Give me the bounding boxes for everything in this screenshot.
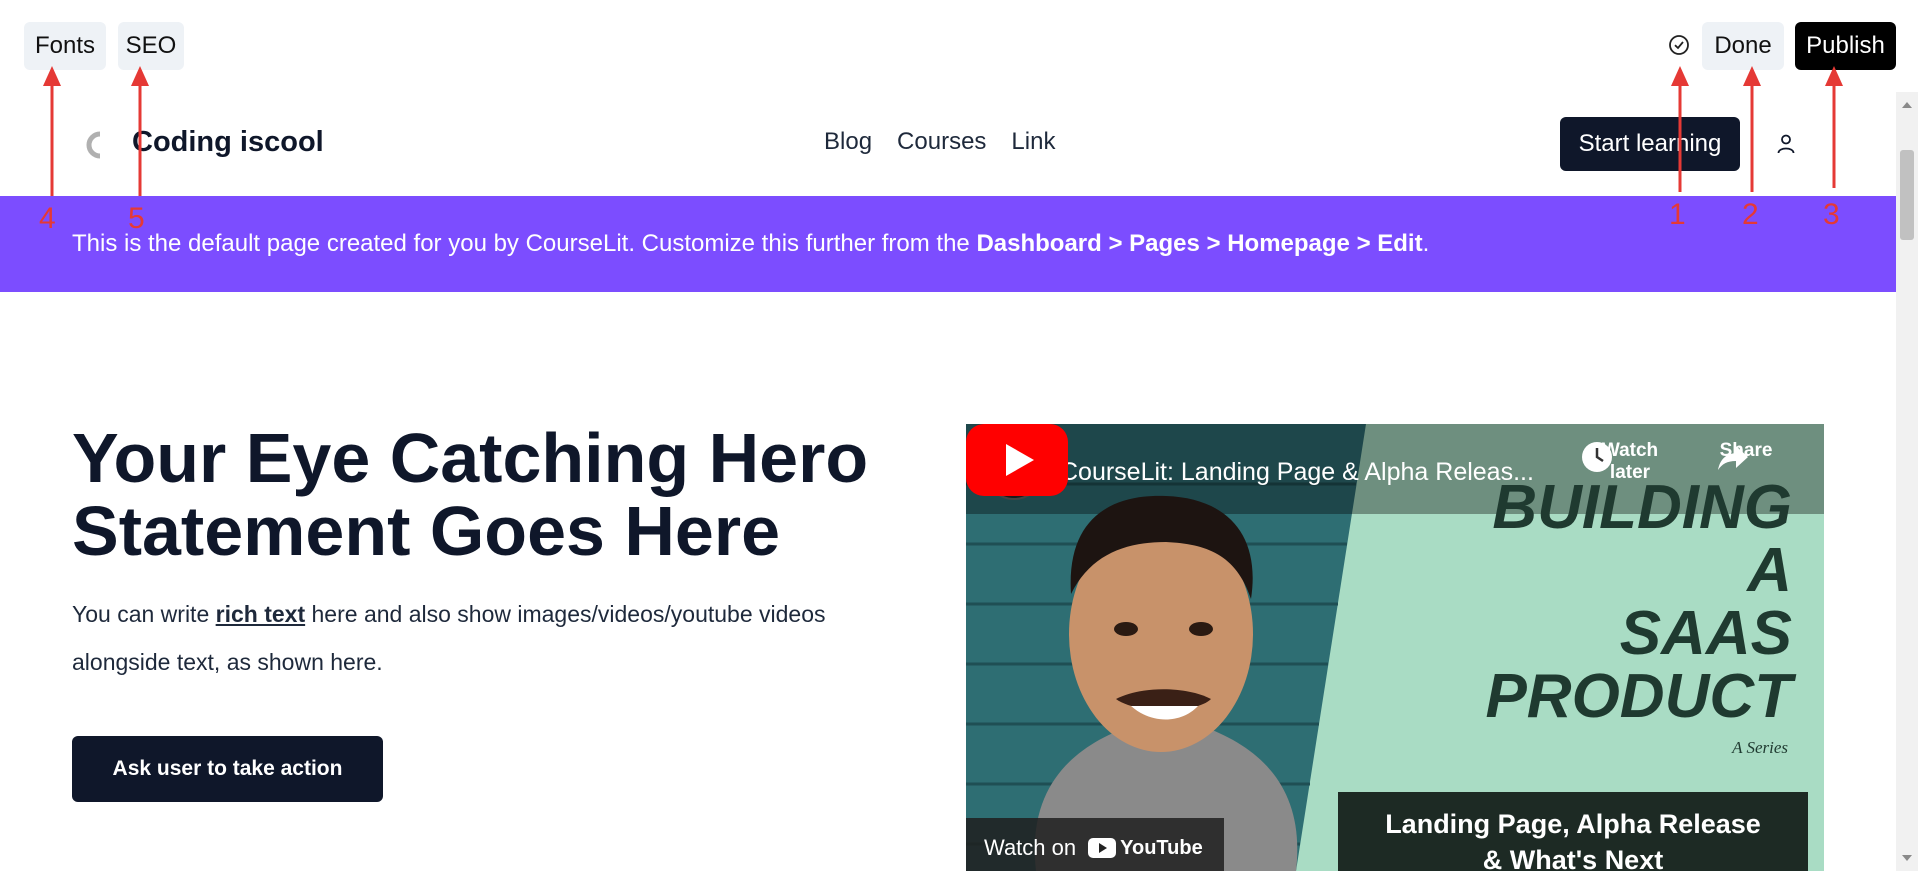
seo-button[interactable]: SEO (118, 22, 184, 70)
fonts-button[interactable]: Fonts (24, 22, 106, 70)
site-header: Coding iscool Blog Courses Link Start le… (0, 92, 1896, 196)
scroll-up-arrow-icon[interactable] (1902, 102, 1912, 108)
annotation-label-3: 3 (1823, 198, 1840, 231)
hero-text: You can write rich text here and also sh… (72, 601, 826, 675)
nav-item-link[interactable]: Link (1011, 128, 1055, 156)
check-circle-icon[interactable] (1666, 32, 1692, 58)
banner-path: Dashboard > Pages > Homepage > Edit (976, 230, 1423, 257)
nav-item-blog[interactable]: Blog (824, 128, 872, 156)
play-icon[interactable] (966, 424, 1068, 496)
publish-button[interactable]: Publish (1795, 22, 1896, 70)
share-button[interactable]: Share (1716, 440, 1776, 470)
user-icon[interactable] (1774, 132, 1798, 156)
thumbnail-series: A Series (1732, 738, 1788, 757)
hero-action-button[interactable]: Ask user to take action (72, 736, 383, 802)
start-learning-button[interactable]: Start learning (1560, 117, 1740, 171)
site-nav: Blog Courses Link (824, 128, 1055, 156)
youtube-logo-icon: YouTube (1088, 837, 1203, 860)
video-title[interactable]: CourseLit: Landing Page & Alpha Releas..… (1060, 458, 1534, 487)
annotation-label-1: 1 (1669, 198, 1686, 231)
hero-title: Your Eye Catching Hero Statement Goes He… (72, 419, 869, 570)
info-banner: This is the default page created for you… (0, 196, 1896, 292)
banner-text: This is the default page created for you… (72, 230, 1430, 257)
scroll-down-arrow-icon[interactable] (1902, 855, 1912, 861)
editor-toolbar: Fonts SEO Done Publish (0, 0, 1918, 92)
share-icon (1718, 446, 1748, 470)
thumbnail-subtitle: Landing Page, Alpha Release & What's Nex… (1338, 792, 1808, 871)
scrollbar[interactable] (1896, 92, 1918, 871)
rich-text-link[interactable]: rich text (216, 601, 305, 627)
nav-item-courses[interactable]: Courses (897, 128, 986, 156)
thumbnail-heading: BUILDING A SAAS PRODUCT (1485, 473, 1792, 731)
watch-on-youtube[interactable]: Watch on YouTube (966, 818, 1224, 871)
clock-icon (1582, 442, 1612, 472)
scroll-thumb[interactable] (1900, 150, 1914, 240)
annotation-label-4: 4 (39, 202, 56, 235)
page-preview: Coding iscool Blog Courses Link Start le… (0, 92, 1896, 871)
youtube-embed[interactable]: <🔥> CourseLit: Landing Page & Alpha Rele… (966, 424, 1824, 871)
done-button[interactable]: Done (1702, 22, 1784, 70)
site-title[interactable]: Coding iscool (132, 126, 324, 159)
annotation-label-2: 2 (1742, 198, 1759, 231)
logo-icon[interactable] (82, 130, 108, 160)
annotation-label-5: 5 (128, 202, 145, 235)
